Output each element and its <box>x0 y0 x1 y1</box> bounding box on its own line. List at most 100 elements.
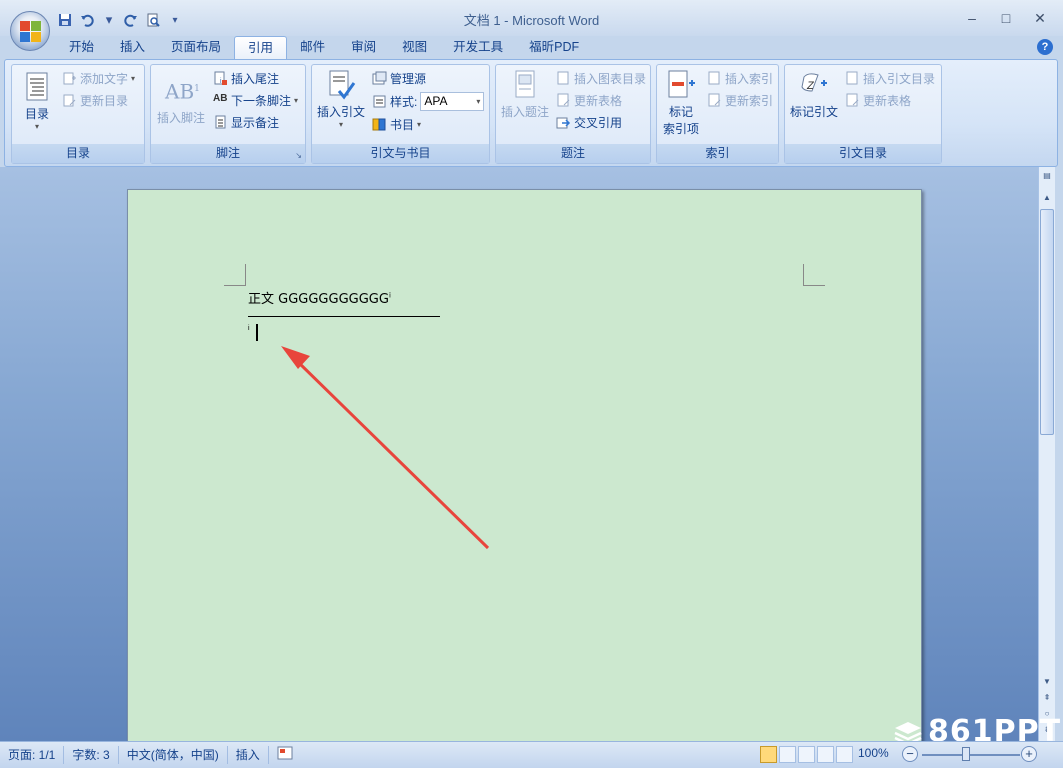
chevron-down-icon: ▾ <box>34 122 39 131</box>
style-selector: 样式: APA ▾ <box>372 91 485 111</box>
table-of-figures-icon <box>556 71 571 86</box>
web-layout-view-icon[interactable] <box>798 746 815 763</box>
maximize-button[interactable]: □ <box>989 8 1023 28</box>
insert-endnote-label: 插入尾注 <box>231 71 280 86</box>
tab-mailings[interactable]: 邮件 <box>287 36 338 60</box>
mark-entry-button[interactable]: 标记 索引项 <box>659 69 703 137</box>
insert-table-of-figures-button[interactable]: 插入图表目录 <box>556 69 646 87</box>
ruler-toggle-icon[interactable]: ▤ <box>1039 169 1055 183</box>
insert-citation-icon <box>325 69 357 101</box>
minimize-button[interactable]: – <box>955 8 989 28</box>
insert-index-label: 插入索引 <box>725 71 774 86</box>
tab-insert[interactable]: 插入 <box>107 36 158 60</box>
update-table-figures-label: 更新表格 <box>574 93 623 108</box>
title-bar: ▾ ▾ 文档 1 - Microsoft Word – □ ✕ <box>0 0 1063 36</box>
close-button[interactable]: ✕ <box>1023 8 1057 28</box>
cross-reference-button[interactable]: 交叉引用 <box>556 113 622 131</box>
status-insert-mode[interactable]: 插入 <box>228 746 269 764</box>
group-footnotes: AB1 插入脚注 i 插入尾注 AB 下一条脚注 ▾ 显示备注 脚注 ↘ <box>150 64 306 164</box>
update-index-label: 更新索引 <box>725 93 774 108</box>
margin-corner-top-right <box>803 264 825 286</box>
print-layout-view-icon[interactable] <box>760 746 777 763</box>
group-table-of-authorities: Z 标记引文 插入引文目录 更新表格 引文目录 <box>784 64 942 164</box>
endnote-icon: i <box>213 71 228 86</box>
tab-review[interactable]: 审阅 <box>338 36 389 60</box>
vertical-scrollbar[interactable]: ▤ ▲ ▼ ⇞ ○ ⇟ <box>1038 167 1055 741</box>
cross-reference-label: 交叉引用 <box>574 115 623 130</box>
text-cursor <box>256 324 258 341</box>
scroll-thumb[interactable] <box>1040 209 1054 435</box>
update-toa-button[interactable]: 更新表格 <box>845 91 911 109</box>
status-word-count[interactable]: 字数: 3 <box>64 746 119 764</box>
insert-caption-button[interactable]: 插入题注 <box>498 69 552 120</box>
tab-page-layout[interactable]: 页面布局 <box>158 36 234 60</box>
mark-citation-label: 标记引文 <box>789 105 838 119</box>
mark-entry-icon <box>665 69 697 101</box>
group-label-footnotes: 脚注 <box>151 144 305 163</box>
dialog-launcher-icon[interactable]: ↘ <box>295 151 302 160</box>
group-label-toc: 目录 <box>12 144 144 163</box>
previous-page-icon[interactable]: ⇞ <box>1039 691 1055 705</box>
insert-toa-button[interactable]: 插入引文目录 <box>845 69 935 87</box>
window-title: 文档 1 - Microsoft Word <box>463 13 600 28</box>
scroll-up-icon[interactable]: ▲ <box>1039 191 1055 205</box>
ribbon: 目录 ▾ 添加文字 ▾ 更新目录 目录 AB1 插入脚注 i 插入尾注 AB 下… <box>4 59 1058 167</box>
insert-caption-label: 插入题注 <box>500 105 549 119</box>
status-page[interactable]: 页面: 1/1 <box>0 746 65 764</box>
add-text-label: 添加文字 <box>80 71 129 86</box>
group-toc: 目录 ▾ 添加文字 ▾ 更新目录 目录 <box>11 64 145 164</box>
document-page[interactable]: 正文 GGGGGGGGGGGi i <box>127 189 922 749</box>
tab-foxit-pdf[interactable]: 福昕PDF <box>516 36 592 60</box>
update-toc-button[interactable]: 更新目录 <box>62 91 128 109</box>
update-index-button[interactable]: 更新索引 <box>707 91 773 109</box>
next-footnote-button[interactable]: AB 下一条脚注 ▾ <box>213 91 298 109</box>
tab-view[interactable]: 视图 <box>389 36 440 60</box>
show-notes-button[interactable]: 显示备注 <box>213 113 279 131</box>
insert-citation-button[interactable]: 插入引文 ▾ <box>315 69 367 129</box>
draft-view-icon[interactable] <box>836 746 853 763</box>
update-toc-label: 更新目录 <box>80 93 129 108</box>
insert-index-button[interactable]: 插入索引 <box>707 69 773 87</box>
insert-endnote-button[interactable]: i 插入尾注 <box>213 69 279 87</box>
add-text-button[interactable]: 添加文字 ▾ <box>62 69 135 87</box>
macro-record-icon[interactable] <box>269 746 301 764</box>
footnote-ab-icon: AB1 <box>165 79 200 104</box>
insert-footnote-label: 插入脚注 <box>156 111 205 125</box>
zoom-out-icon[interactable]: − <box>902 746 918 762</box>
body-paragraph[interactable]: 正文 GGGGGGGGGGGi <box>248 288 391 307</box>
manage-sources-icon <box>372 71 387 86</box>
status-bar: 页面: 1/1 字数: 3 中文(简体，中国) 插入 100% − + <box>0 741 1063 768</box>
bibliography-label: 书目 <box>390 117 415 132</box>
office-button[interactable] <box>10 11 50 51</box>
tab-developer[interactable]: 开发工具 <box>440 36 516 60</box>
update-table-figures-button[interactable]: 更新表格 <box>556 91 622 109</box>
zoom-slider-thumb[interactable] <box>962 747 970 761</box>
status-language[interactable]: 中文(简体，中国) <box>119 746 228 764</box>
toc-button[interactable]: 目录 ▾ <box>18 71 56 131</box>
help-icon[interactable]: ? <box>1037 39 1053 55</box>
group-citations: 插入引文 ▾ 管理源 样式: APA ▾ 书目 ▾ 引文与书目 <box>311 64 490 164</box>
outline-view-icon[interactable] <box>817 746 834 763</box>
style-dropdown[interactable]: APA ▾ <box>420 91 485 111</box>
style-dropdown-value: APA <box>424 94 448 108</box>
bibliography-button[interactable]: 书目 ▾ <box>372 115 421 133</box>
tab-home[interactable]: 开始 <box>56 36 107 60</box>
manage-sources-button[interactable]: 管理源 <box>372 69 426 87</box>
chevron-down-icon: ▾ <box>131 73 136 83</box>
group-label-citations: 引文与书目 <box>312 144 489 163</box>
full-screen-reading-view-icon[interactable] <box>779 746 796 763</box>
insert-toa-icon <box>845 71 860 86</box>
mark-citation-button[interactable]: Z 标记引文 <box>787 69 841 120</box>
zoom-level[interactable]: 100% <box>858 746 889 760</box>
insert-toa-label: 插入引文目录 <box>863 71 936 86</box>
window-controls: – □ ✕ <box>955 8 1057 28</box>
zoom-in-icon[interactable]: + <box>1021 746 1037 762</box>
zoom-slider-track[interactable] <box>922 754 1020 756</box>
insert-footnote-button[interactable]: AB1 插入脚注 <box>153 75 209 126</box>
tab-references[interactable]: 引用 <box>234 36 288 60</box>
scroll-down-icon[interactable]: ▼ <box>1039 675 1055 689</box>
cross-reference-icon <box>556 115 571 130</box>
next-footnote-icon: AB <box>213 92 228 104</box>
group-label-captions: 题注 <box>496 144 650 163</box>
style-icon <box>372 94 387 109</box>
